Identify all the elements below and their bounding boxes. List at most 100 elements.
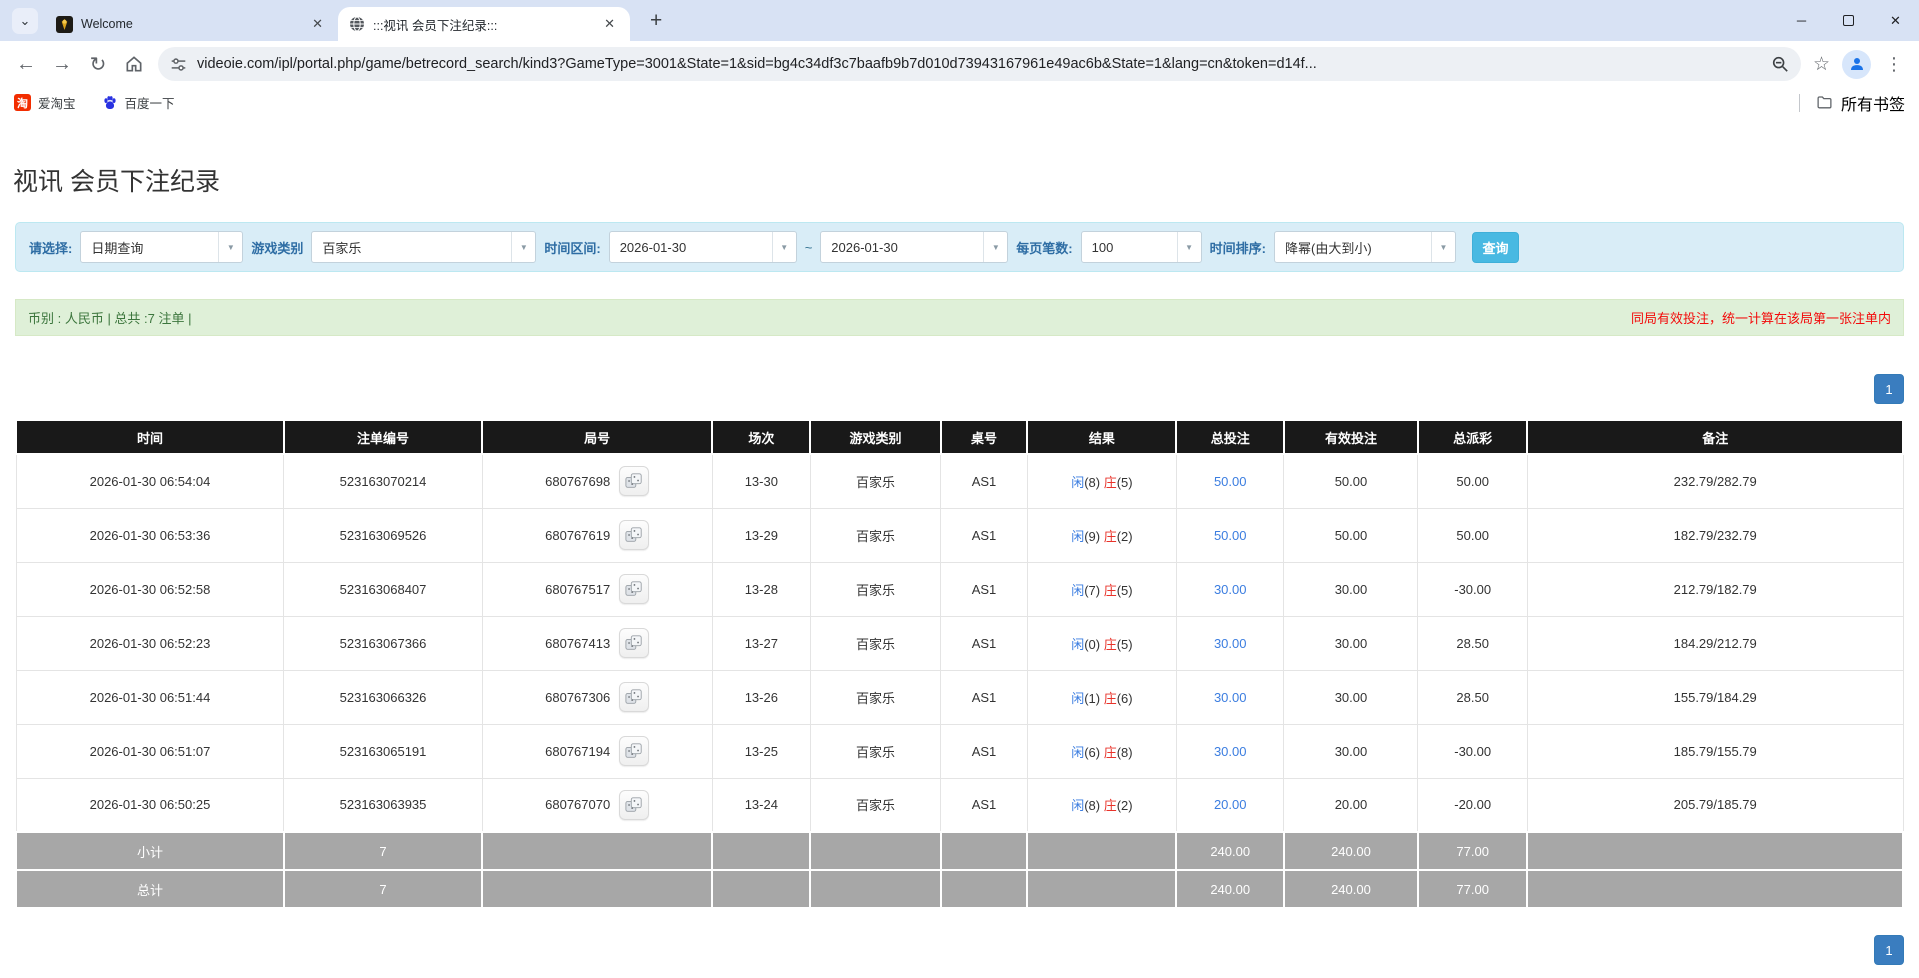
footer-total-bet: 240.00: [1176, 832, 1284, 870]
forward-icon[interactable]: →: [44, 46, 80, 82]
url-text[interactable]: videoie.com/ipl/portal.php/game/betrecor…: [197, 56, 1763, 72]
total-bet-link[interactable]: 30.00: [1214, 744, 1247, 759]
cell-payout: 50.00: [1418, 454, 1527, 508]
round-result-dice-button[interactable]: [619, 682, 649, 712]
reload-icon[interactable]: ↻: [80, 46, 116, 82]
page-size-dropdown[interactable]: 100 ▼: [1081, 231, 1202, 263]
total-bet-link[interactable]: 30.00: [1214, 690, 1247, 705]
cell-valid-bet: 30.00: [1284, 724, 1418, 778]
result-banker: 庄: [1104, 798, 1117, 813]
cell-session: 13-29: [712, 508, 810, 562]
column-header: 总投注: [1176, 420, 1284, 454]
date-range-tilde: ~: [805, 240, 813, 255]
column-header: 备注: [1527, 420, 1903, 454]
footer-empty: [482, 832, 712, 870]
table-row: 2026-01-30 06:50:25523163063935680767070…: [16, 778, 1903, 832]
valid-bet-notice: 同局有效投注，统一计算在该局第一张注单内: [1631, 308, 1891, 327]
chevron-down-icon: ▼: [218, 232, 242, 262]
date-from-value: 2026-01-30: [620, 240, 687, 255]
bookmark-baidu[interactable]: 百度一下: [102, 93, 175, 112]
round-result-dice-button[interactable]: [619, 520, 649, 550]
round-result-dice-button[interactable]: [619, 736, 649, 766]
tab-close-icon[interactable]: ✕: [599, 14, 620, 34]
summary-bar: 币别 : 人民币 | 总共 :7 注单 | 同局有效投注，统一计算在该局第一张注…: [15, 299, 1904, 336]
baidu-paw-icon: [102, 95, 118, 111]
home-icon[interactable]: [116, 46, 152, 82]
total-bet-link[interactable]: 50.00: [1214, 528, 1247, 543]
total-bet-link[interactable]: 30.00: [1214, 636, 1247, 651]
round-result-dice-button[interactable]: [619, 466, 649, 496]
table-row: 2026-01-30 06:53:36523163069526680767619…: [16, 508, 1903, 562]
bookmark-taobao[interactable]: 淘 爱淘宝: [14, 93, 76, 112]
footer-count: 7: [284, 870, 482, 908]
time-sort-dropdown[interactable]: 降幂(由大到小) ▼: [1274, 231, 1456, 263]
round-result-dice-button[interactable]: [619, 790, 649, 820]
cell-valid-bet: 30.00: [1284, 616, 1418, 670]
cell-result: 闲(8) 庄(2): [1027, 778, 1176, 832]
footer-empty: [1027, 870, 1176, 908]
cell-total-bet: 50.00: [1176, 508, 1284, 562]
tab-welcome[interactable]: Welcome ✕: [46, 7, 338, 41]
tab-bet-record[interactable]: :::视讯 会员下注纪录::: ✕: [338, 7, 630, 41]
page-size-label: 每页笔数:: [1016, 238, 1072, 257]
round-result-dice-button[interactable]: [619, 628, 649, 658]
cell-session: 13-25: [712, 724, 810, 778]
round-cell: 680767619: [487, 520, 708, 550]
cell-session: 13-24: [712, 778, 810, 832]
tab-close-icon[interactable]: ✕: [307, 14, 328, 34]
chevron-down-icon: ▼: [772, 232, 796, 262]
footer-empty: [1527, 870, 1903, 908]
result-player-score: (1): [1084, 691, 1104, 706]
total-bet-link[interactable]: 20.00: [1214, 797, 1247, 812]
site-settings-icon[interactable]: [170, 56, 187, 73]
cell-time: 2026-01-30 06:51:07: [16, 724, 284, 778]
tab-search-chevron-icon[interactable]: ⌄: [12, 8, 38, 34]
pagination-top: 1: [15, 374, 1904, 404]
round-cell: 680767306: [487, 682, 708, 712]
round-id-text: 680767698: [545, 474, 610, 489]
bookmark-star-icon[interactable]: ☆: [1807, 53, 1836, 76]
date-from-dropdown[interactable]: 2026-01-30 ▼: [609, 231, 797, 263]
date-to-dropdown[interactable]: 2026-01-30 ▼: [820, 231, 1008, 263]
result-banker-score: (6): [1117, 691, 1133, 706]
round-result-dice-button[interactable]: [619, 574, 649, 604]
result-banker-score: (2): [1117, 529, 1133, 544]
cell-total-bet: 20.00: [1176, 778, 1284, 832]
query-type-dropdown[interactable]: 日期查询 ▼: [80, 231, 243, 263]
tab-title: :::视讯 会员下注纪录:::: [373, 15, 591, 34]
cell-result: 闲(1) 庄(6): [1027, 670, 1176, 724]
cell-payout: -30.00: [1418, 562, 1527, 616]
address-bar[interactable]: videoie.com/ipl/portal.php/game/betrecor…: [158, 47, 1801, 81]
new-tab-button[interactable]: +: [644, 9, 668, 33]
cell-valid-bet: 20.00: [1284, 778, 1418, 832]
back-icon[interactable]: ←: [8, 46, 44, 82]
total-bet-link[interactable]: 50.00: [1214, 474, 1247, 489]
profile-avatar-icon[interactable]: [1842, 50, 1871, 79]
cell-valid-bet: 30.00: [1284, 670, 1418, 724]
browser-menu-icon[interactable]: ⋮: [1877, 54, 1911, 75]
date-to-value: 2026-01-30: [831, 240, 898, 255]
page-1-button[interactable]: 1: [1874, 935, 1904, 965]
minimize-icon[interactable]: ─: [1778, 0, 1825, 41]
window-close-icon[interactable]: ✕: [1872, 0, 1919, 41]
page-title: 视讯 会员下注纪录: [13, 162, 1919, 198]
footer-empty: [941, 832, 1028, 870]
page-1-button[interactable]: 1: [1874, 374, 1904, 404]
bet-record-table: 时间注单编号局号场次游戏类别桌号结果总投注有效投注总派彩备注 2026-01-3…: [15, 419, 1904, 909]
cell-total-bet: 30.00: [1176, 562, 1284, 616]
zoom-out-icon[interactable]: [1771, 55, 1789, 73]
game-type-dropdown[interactable]: 百家乐 ▼: [311, 231, 536, 263]
search-button[interactable]: 查询: [1472, 232, 1519, 263]
cell-payout: -20.00: [1418, 778, 1527, 832]
footer-payout: 77.00: [1418, 870, 1527, 908]
footer-label: 总计: [16, 870, 284, 908]
total-bet-link[interactable]: 30.00: [1214, 582, 1247, 597]
cell-payout: 50.00: [1418, 508, 1527, 562]
bookmarks-separator: [1799, 94, 1800, 112]
all-bookmarks[interactable]: 所有书签: [1799, 91, 1905, 115]
column-header: 时间: [16, 420, 284, 454]
maximize-icon[interactable]: [1825, 0, 1872, 41]
cell-valid-bet: 50.00: [1284, 454, 1418, 508]
footer-valid-bet: 240.00: [1284, 870, 1418, 908]
cell-round-id: 680767517: [482, 562, 712, 616]
